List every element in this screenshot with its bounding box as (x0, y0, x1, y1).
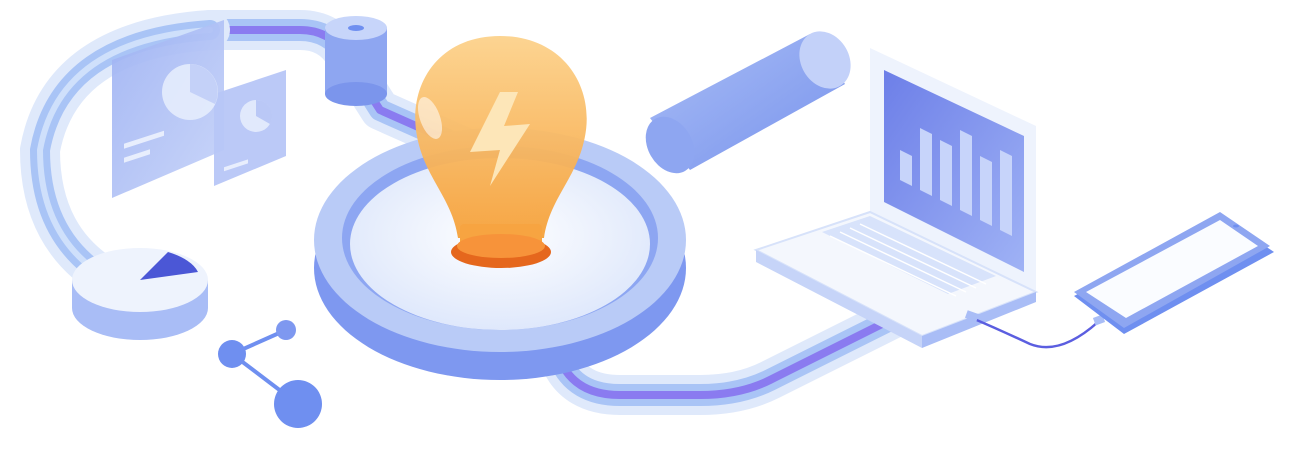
isometric-analytics-illustration (0, 0, 1290, 457)
magnifying-glass-icon (314, 31, 851, 380)
cylinder-icon (325, 16, 387, 106)
pie-chart-icon (72, 248, 208, 340)
share-nodes-icon (218, 320, 322, 428)
smartphone-icon (1074, 212, 1274, 334)
